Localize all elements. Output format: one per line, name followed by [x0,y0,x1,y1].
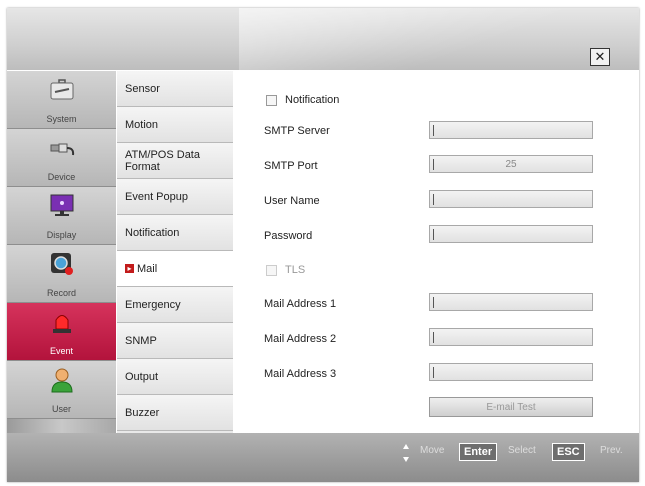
mail-address-1-input[interactable] [429,293,593,311]
text-caret [433,159,434,170]
text-caret [433,125,434,136]
nav-item-record[interactable]: Record [7,245,116,303]
subnav-item-motion[interactable]: Motion [117,107,233,143]
nav-item-system[interactable]: System [7,71,116,129]
nav-label-display: Display [46,230,77,240]
close-icon: ✕ [594,49,606,64]
footer-bar [7,433,639,482]
smtp-port-label: SMTP Port [264,160,318,172]
smtp-server-input[interactable] [429,121,593,139]
close-button[interactable]: ✕ [590,48,610,66]
subnav-label: SNMP [125,334,157,347]
event-sub-nav: Sensor Motion ATM/POS Data Format Event … [117,71,233,433]
text-caret [433,297,434,308]
prev-hint: Prev. [600,445,623,456]
mail-address-2-input[interactable] [429,328,593,346]
toolbox-icon [50,79,74,100]
nav-item-display[interactable]: Display [7,187,116,245]
camera-record-icon [51,253,73,275]
tls-label: TLS [285,264,306,276]
nav-label-system: System [46,114,77,124]
select-hint: Select [508,445,536,456]
subnav-label: Output [125,370,159,383]
smtp-port-input[interactable]: 25 [429,155,593,173]
subnav-label: Emergency [125,298,181,311]
enter-key-badge: Enter [459,443,498,461]
subnav-label: ATM/POS Data Format [125,148,200,173]
title-bar-sheen [239,8,639,70]
nav-item-event[interactable]: Event [7,303,116,361]
subnav-label: Buzzer [125,406,160,419]
password-input[interactable] [429,225,593,243]
subnav-item-buzzer[interactable]: Buzzer [117,395,233,431]
smtp-port-value: 25 [505,159,517,170]
nav-label-record: Record [46,288,76,298]
move-hint: Move [420,445,445,456]
subnav-label: Event Popup [125,190,188,203]
subnav-item-emergency[interactable]: Emergency [117,287,233,323]
nav-item-user[interactable]: User [7,361,116,419]
password-label: Password [264,230,313,242]
usb-cable-icon [50,143,75,156]
subnav-item-snmp[interactable]: SNMP [117,323,233,359]
nav-label-device: Device [47,172,76,182]
subnav-label: Notification [125,226,180,239]
alarm-siren-icon [53,315,71,333]
subnav-item-sensor[interactable]: Sensor [117,71,233,107]
text-caret [433,194,434,205]
user-icon [51,368,73,393]
mail-address-2-label: Mail Address 2 [264,333,337,345]
main-nav: System Device Display Record Event User [7,71,116,433]
subnav-label: Motion [125,118,159,131]
selected-arrow-icon: ▸ [125,264,134,273]
esc-key-badge: ESC [552,443,585,461]
text-caret [433,229,434,240]
smtp-server-label: SMTP Server [264,125,330,137]
notification-checkbox[interactable] [266,95,277,106]
text-caret [433,367,434,378]
tls-checkbox[interactable] [266,265,277,276]
nav-label-user: User [51,404,71,414]
subnav-item-mail[interactable]: ▸ Mail [117,251,233,287]
email-test-button[interactable]: E-mail Test [429,397,593,417]
subnav-item-output[interactable]: Output [117,359,233,395]
notification-label: Notification [285,94,340,106]
user-name-label: User Name [264,195,320,207]
title-bar [7,8,639,70]
nav-label-event: Event [49,346,73,356]
monitor-icon [50,194,74,216]
mail-address-3-input[interactable] [429,363,593,381]
mail-address-3-label: Mail Address 3 [264,368,337,380]
subnav-label: Mail [137,262,158,275]
mail-address-1-label: Mail Address 1 [264,298,337,310]
user-name-input[interactable] [429,190,593,208]
subnav-item-atm-pos[interactable]: ATM/POS Data Format [117,143,233,179]
subnav-item-notification[interactable]: Notification [117,215,233,251]
subnav-label: Sensor [125,82,160,95]
up-down-arrow-icon [403,444,409,462]
subnav-item-event-popup[interactable]: Event Popup [117,179,233,215]
text-caret [433,332,434,343]
nav-item-device[interactable]: Device [7,129,116,187]
